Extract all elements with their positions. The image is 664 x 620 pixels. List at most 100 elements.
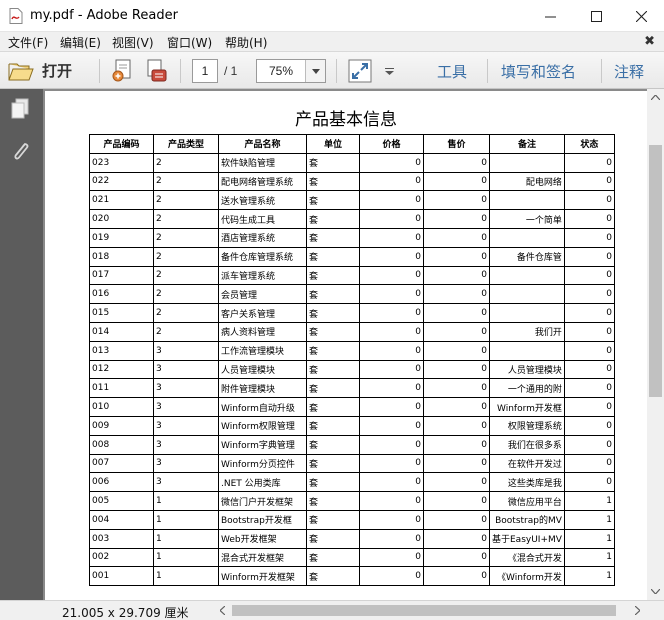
table-cell: 0 bbox=[563, 434, 615, 455]
table-cell: 013 bbox=[89, 340, 154, 361]
menu-window[interactable]: 窗口(W) bbox=[167, 34, 212, 51]
table-cell: 1 bbox=[153, 528, 219, 549]
maximize-button[interactable] bbox=[573, 0, 619, 32]
table-cell: 3 bbox=[153, 378, 219, 399]
table-cell: 0 bbox=[359, 378, 424, 399]
table-cell: Winform开发框 bbox=[489, 397, 565, 417]
zoom-select[interactable]: 75% bbox=[256, 59, 326, 83]
menu-edit[interactable]: 编辑(E) bbox=[60, 34, 101, 51]
table-cell: 套 bbox=[306, 453, 360, 474]
horizontal-scroll-thumb[interactable] bbox=[232, 605, 616, 616]
table-cell: 0 bbox=[563, 284, 615, 305]
table-cell bbox=[489, 152, 565, 173]
table-cell: 0 bbox=[423, 359, 490, 380]
table-row: 019 2 酒店管理系统套 0 0 0 bbox=[89, 227, 615, 248]
column-header: 状态 bbox=[563, 134, 615, 154]
table-cell: 0 bbox=[563, 209, 615, 229]
save-document-icon[interactable] bbox=[110, 58, 136, 84]
table-row: 002 1 混合式开发框架套 0 0 《混合式开发 1 bbox=[89, 547, 615, 568]
table-cell: 2 bbox=[153, 190, 219, 211]
table-cell: 0 bbox=[423, 152, 490, 173]
table-cell: Web开发框架 bbox=[218, 528, 307, 549]
chevron-down-icon bbox=[311, 68, 320, 74]
fill-and-sign-button[interactable]: 填写和签名 bbox=[501, 61, 576, 82]
horizontal-scrollbar[interactable] bbox=[215, 603, 645, 618]
table-cell: 1 bbox=[153, 547, 219, 568]
page-size-label: 21.005 x 29.709 厘米 bbox=[62, 606, 189, 620]
table-cell: 0 bbox=[563, 265, 615, 286]
table-cell: Bootstrap开发框 bbox=[218, 509, 307, 530]
table-cell: 3 bbox=[153, 359, 219, 380]
column-header: 单位 bbox=[306, 134, 360, 154]
table-cell: Winform权限管理 bbox=[218, 415, 307, 436]
pdf-file-icon bbox=[9, 8, 23, 24]
table-cell: 我们在很多系 bbox=[489, 434, 565, 455]
table-cell: 0 bbox=[563, 359, 615, 380]
open-button[interactable]: 打开 bbox=[8, 57, 72, 84]
menu-help[interactable]: 帮助(H) bbox=[225, 34, 267, 51]
toolbar-separator bbox=[336, 59, 337, 83]
table-cell: 0 bbox=[563, 190, 615, 211]
table-row: 017 2 派车管理系统套 0 0 0 bbox=[89, 265, 615, 286]
table-cell: 混合式开发框架 bbox=[218, 547, 307, 568]
table-cell: 0 bbox=[359, 340, 424, 361]
table-cell: 007 bbox=[89, 453, 154, 474]
zoom-dropdown-button[interactable] bbox=[305, 60, 325, 82]
table-cell: 0 bbox=[359, 397, 424, 417]
toolbar-separator bbox=[601, 59, 602, 83]
table-cell: 《Winform开发 bbox=[489, 566, 565, 587]
minimize-button[interactable] bbox=[527, 0, 573, 32]
table-cell: 1 bbox=[563, 528, 615, 549]
table-cell bbox=[489, 303, 565, 323]
table-row: 012 3 人员管理模块套 0 0 人员管理模块 0 bbox=[89, 359, 615, 380]
product-table: 产品编码 产品类型 产品名称 单位 价格 售价 备注 状态 023 2 软件缺陷管理… bbox=[89, 134, 615, 587]
toolbar-more-icon[interactable] bbox=[385, 68, 394, 75]
paperclip-icon[interactable] bbox=[9, 139, 33, 163]
table-cell: 0 bbox=[359, 284, 424, 305]
chevron-down-icon bbox=[651, 589, 660, 594]
table-cell: 微信应用平台 bbox=[489, 491, 565, 511]
table-cell: 0 bbox=[423, 566, 490, 587]
chevron-right-icon bbox=[635, 606, 640, 615]
table-cell: 0 bbox=[359, 566, 424, 587]
table-cell: 0 bbox=[359, 171, 424, 192]
table-row: 021 2 送水管理系统套 0 0 0 bbox=[89, 190, 615, 211]
menu-file[interactable]: 文件(F) bbox=[8, 34, 48, 51]
scroll-left-button[interactable] bbox=[215, 603, 230, 618]
scroll-down-button[interactable] bbox=[647, 583, 664, 600]
table-row: 008 3 Winform字典管理套 0 0 我们在很多系 0 bbox=[89, 434, 615, 455]
table-cell: 套 bbox=[306, 209, 360, 229]
vertical-scrollbar[interactable] bbox=[647, 89, 664, 600]
scroll-right-button[interactable] bbox=[630, 603, 645, 618]
close-document-icon[interactable]: ✖ bbox=[644, 33, 655, 49]
status-bar: 21.005 x 29.709 厘米 bbox=[0, 600, 664, 620]
fit-window-icon[interactable] bbox=[347, 58, 373, 84]
table-cell: 会员管理 bbox=[218, 284, 307, 305]
table-cell: 2 bbox=[153, 152, 219, 173]
page-thumbnails-icon[interactable] bbox=[9, 97, 33, 121]
folder-open-icon bbox=[8, 63, 34, 80]
document-view[interactable]: 产品基本信息 产品编码 产品类型 产品名称 单位 价格 售价 备注 状态 023… bbox=[43, 89, 647, 600]
toolbar-separator bbox=[180, 59, 181, 83]
print-document-icon[interactable] bbox=[143, 58, 169, 84]
vertical-scroll-thumb[interactable] bbox=[649, 145, 662, 397]
table-cell: 套 bbox=[306, 227, 360, 248]
close-button[interactable] bbox=[618, 0, 664, 32]
table-row: 015 2 客户关系管理套 0 0 0 bbox=[89, 303, 615, 323]
table-cell: 2 bbox=[153, 265, 219, 286]
close-icon bbox=[635, 10, 647, 22]
page-number-input[interactable]: 1 bbox=[192, 59, 218, 83]
table-cell: 004 bbox=[89, 509, 154, 530]
table-cell: 套 bbox=[306, 246, 360, 267]
table-row: 023 2 软件缺陷管理套 0 0 0 bbox=[89, 152, 615, 173]
tools-button[interactable]: 工具 bbox=[437, 61, 467, 82]
table-cell: 008 bbox=[89, 434, 154, 455]
table-cell: 0 bbox=[359, 491, 424, 511]
table-cell: 套 bbox=[306, 397, 360, 417]
menu-view[interactable]: 视图(V) bbox=[112, 34, 154, 51]
comment-button[interactable]: 注释 bbox=[614, 61, 644, 82]
scroll-up-button[interactable] bbox=[647, 89, 664, 106]
table-cell: 0 bbox=[563, 415, 615, 436]
table-cell: 3 bbox=[153, 434, 219, 455]
table-cell: 套 bbox=[306, 171, 360, 192]
